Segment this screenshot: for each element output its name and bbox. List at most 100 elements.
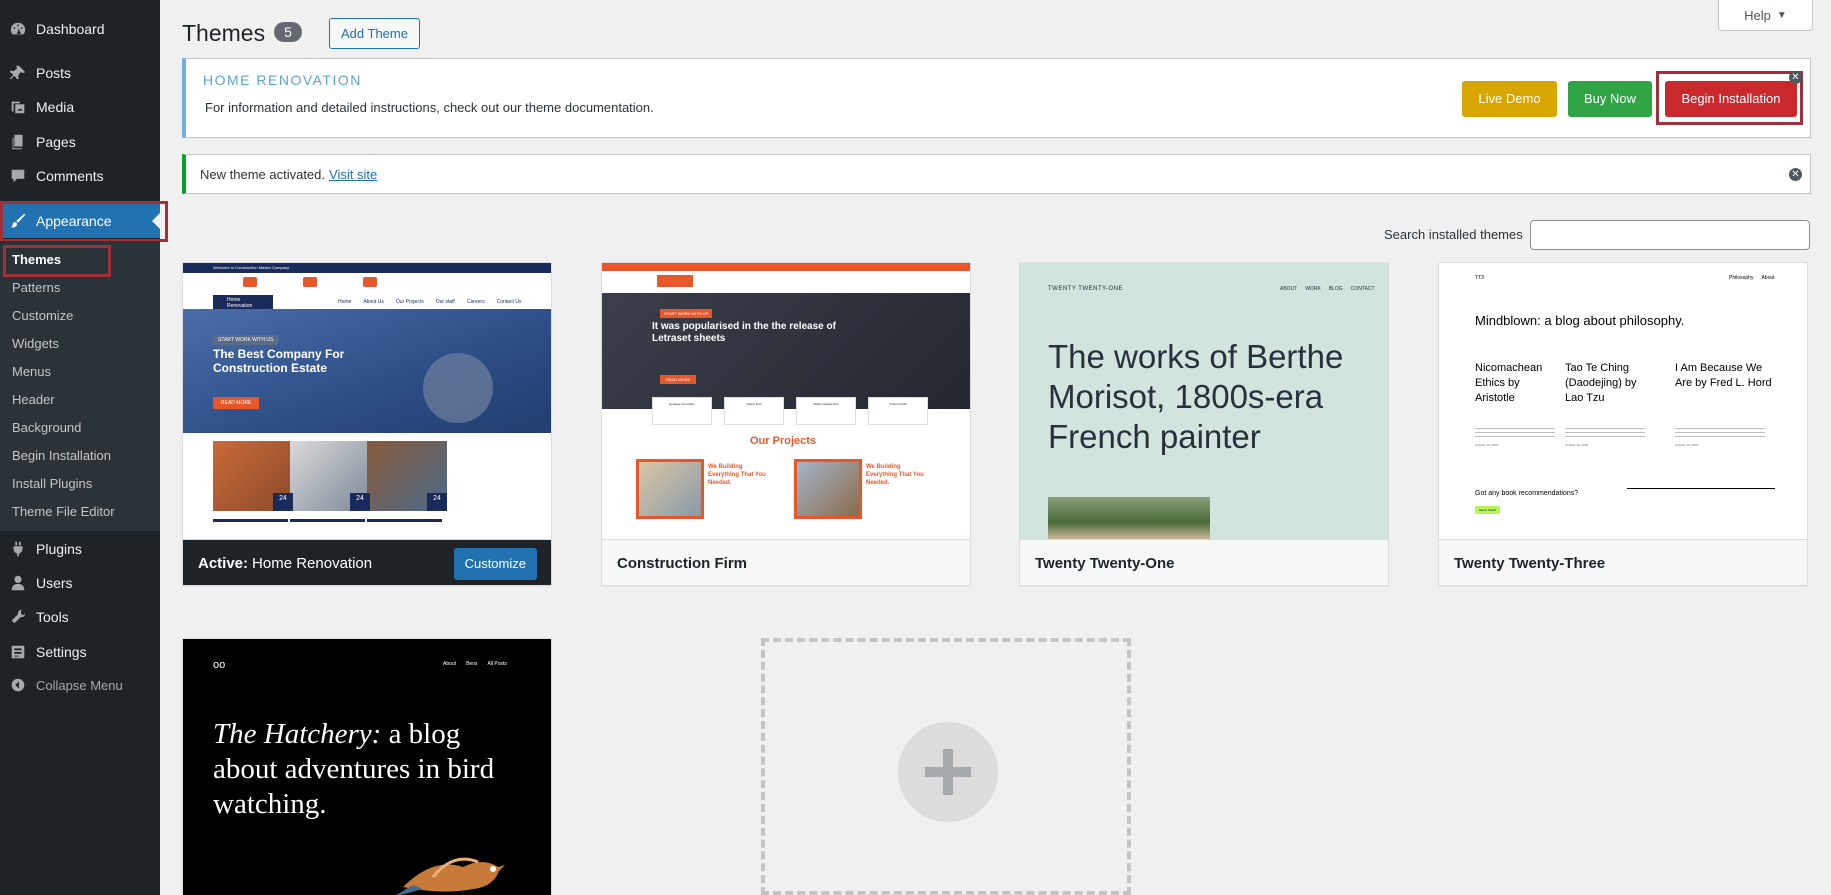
preview-post: Tao Te Ching (Daodejing) by Lao Tzu bbox=[1565, 362, 1637, 404]
plus-icon bbox=[898, 722, 998, 822]
buy-now-button[interactable]: Buy Now bbox=[1568, 81, 1652, 117]
menu-users[interactable]: Users bbox=[0, 566, 160, 600]
comments-icon bbox=[0, 167, 36, 185]
preview-projects-heading: Our Projects bbox=[750, 435, 817, 447]
theme-name: Twenty Twenty-Three bbox=[1454, 554, 1606, 572]
paintbrush-icon bbox=[0, 212, 36, 230]
bird-illustration bbox=[393, 837, 513, 895]
theme-name: Twenty Twenty-One bbox=[1035, 554, 1175, 572]
preview-project-text: We Building Everything That You Needed. bbox=[708, 464, 766, 486]
menu-label: Posts bbox=[36, 65, 72, 81]
menu-label: Plugins bbox=[36, 541, 82, 557]
search-themes-input[interactable] bbox=[1530, 220, 1810, 250]
preview-nav-item: Philosophy bbox=[1729, 275, 1754, 281]
add-theme-button[interactable]: Add Theme bbox=[329, 18, 420, 49]
submenu-install-plugins[interactable]: Install Plugins bbox=[12, 476, 92, 491]
theme-screenshot: oo About Bens All Posts The Hatchery: a … bbox=[183, 639, 551, 895]
help-button[interactable]: Help ▼ bbox=[1718, 0, 1813, 31]
menu-label: Settings bbox=[36, 644, 87, 660]
page-title: Themes bbox=[182, 20, 266, 46]
tools-icon bbox=[0, 608, 36, 626]
preview-nav-item: All Posts bbox=[487, 661, 507, 667]
collapse-icon bbox=[0, 676, 36, 694]
preview-hero-title: It was popularised in the the release of… bbox=[652, 321, 836, 344]
preview-nav-item: Bens bbox=[466, 661, 478, 667]
plugins-icon bbox=[0, 540, 36, 558]
submenu-header[interactable]: Header bbox=[12, 392, 55, 407]
glasses-icon: oo bbox=[213, 659, 226, 671]
preview-hero-button: READ MORE bbox=[660, 375, 697, 384]
menu-appearance[interactable]: Appearance bbox=[0, 204, 160, 238]
menu-comments[interactable]: Comments bbox=[0, 159, 160, 193]
theme-name-bar: Active: Home Renovation Customize bbox=[183, 539, 551, 585]
preview-nav-item: BLOG bbox=[1328, 286, 1343, 292]
preview-card: Modern Equipment bbox=[796, 397, 856, 425]
menu-dashboard[interactable]: Dashboard bbox=[0, 12, 160, 46]
pin-icon bbox=[0, 64, 36, 82]
menu-label: Dashboard bbox=[36, 21, 105, 37]
preview-nav-item: WORK bbox=[1305, 286, 1321, 292]
preview-headline: Mindblown: a blog about philosophy. bbox=[1475, 313, 1685, 328]
caret-down-icon: ▼ bbox=[1776, 9, 1787, 21]
menu-label: Comments bbox=[36, 168, 104, 184]
promo-title: HOME RENOVATION bbox=[203, 72, 362, 88]
submenu-themes[interactable]: Themes bbox=[12, 252, 61, 267]
preview-nav-item: Contact Us bbox=[496, 299, 522, 305]
menu-tools[interactable]: Tools bbox=[0, 600, 160, 634]
submenu-customize[interactable]: Customize bbox=[12, 308, 73, 323]
preview-hero-tag: START WORK WITH US bbox=[660, 309, 713, 318]
theme-screenshot: TT3 Philosophy About Mindblown: a blog a… bbox=[1439, 263, 1807, 539]
menu-settings[interactable]: Settings bbox=[0, 635, 160, 669]
menu-label: Media bbox=[36, 99, 75, 115]
theme-screenshot: TWENTY TWENTY-ONE ABOUT WORK BLOG CONTAC… bbox=[1020, 263, 1388, 539]
preview-post: I Am Because We Are by Fred L. Hord bbox=[1675, 362, 1772, 389]
dashboard-icon bbox=[0, 20, 36, 38]
live-demo-button[interactable]: Live Demo bbox=[1462, 81, 1557, 117]
begin-installation-button[interactable]: Begin Installation bbox=[1665, 81, 1797, 117]
preview-nav-item: ABOUT bbox=[1280, 286, 1298, 292]
preview-nav-item: Home bbox=[338, 299, 352, 305]
theme-name: Construction Firm bbox=[617, 554, 747, 572]
submenu-widgets[interactable]: Widgets bbox=[12, 336, 59, 351]
theme-card-twenty-twenty-one[interactable]: TWENTY TWENTY-ONE ABOUT WORK BLOG CONTAC… bbox=[1019, 262, 1389, 586]
collapse-menu-button[interactable]: Collapse Menu bbox=[0, 668, 160, 702]
preview-hero-title: The Best Company For Construction Estate bbox=[213, 347, 345, 375]
preview-card: Heritage Innovation bbox=[652, 397, 712, 425]
theme-card-twenty-twenty-three[interactable]: TT3 Philosophy About Mindblown: a blog a… bbox=[1438, 262, 1808, 586]
preview-nav-item: Careers bbox=[466, 299, 485, 305]
preview-post: Nicomachean Ethics by Aristotle bbox=[1475, 362, 1543, 404]
dismiss-icon[interactable]: ✕ bbox=[1789, 168, 1802, 181]
customize-button[interactable]: Customize bbox=[453, 548, 537, 580]
dismiss-icon[interactable]: ✕ bbox=[1789, 71, 1802, 84]
submenu-theme-file-editor[interactable]: Theme File Editor bbox=[12, 504, 115, 519]
settings-icon bbox=[0, 643, 36, 661]
menu-posts[interactable]: Posts bbox=[0, 56, 160, 90]
submenu-background[interactable]: Background bbox=[12, 420, 81, 435]
theme-card-home-renovation[interactable]: Welcome to Construction Master Company H… bbox=[182, 262, 552, 586]
preview-nav-item: About bbox=[443, 661, 457, 667]
menu-label: Appearance bbox=[36, 213, 112, 229]
add-new-theme-card[interactable] bbox=[761, 638, 1131, 895]
visit-site-link[interactable]: Visit site bbox=[329, 167, 377, 182]
menu-plugins[interactable]: Plugins bbox=[0, 532, 160, 566]
appearance-submenu: Themes Patterns Customize Widgets Menus … bbox=[0, 241, 160, 531]
submenu-menus[interactable]: Menus bbox=[12, 364, 51, 379]
menu-label: Pages bbox=[36, 134, 76, 150]
menu-pages[interactable]: Pages bbox=[0, 125, 160, 159]
media-icon bbox=[0, 98, 36, 116]
pages-icon bbox=[0, 133, 36, 151]
preview-nav-item: Our staff bbox=[435, 299, 455, 305]
preview-site-title: TT3 bbox=[1475, 275, 1484, 281]
submenu-begin-installation[interactable]: Begin Installation bbox=[12, 448, 111, 463]
submenu-patterns[interactable]: Patterns bbox=[12, 280, 60, 295]
theme-screenshot: START WORK WITH US It was popularised in… bbox=[602, 263, 970, 539]
search-label: Search installed themes bbox=[1384, 227, 1523, 242]
promo-text: For information and detailed instruction… bbox=[205, 100, 654, 115]
preview-date: October 10, 2022 bbox=[1565, 443, 1589, 447]
preview-hero-tag: START WORK WITH US bbox=[213, 335, 279, 345]
preview-date: October 10, 2022 bbox=[1475, 443, 1499, 447]
preview-site-title: TWENTY TWENTY-ONE bbox=[1048, 286, 1124, 292]
theme-card-twenty-twenty-four[interactable]: oo About Bens All Posts The Hatchery: a … bbox=[182, 638, 552, 895]
theme-card-construction-firm[interactable]: START WORK WITH US It was popularised in… bbox=[601, 262, 971, 586]
menu-media[interactable]: Media bbox=[0, 90, 160, 124]
